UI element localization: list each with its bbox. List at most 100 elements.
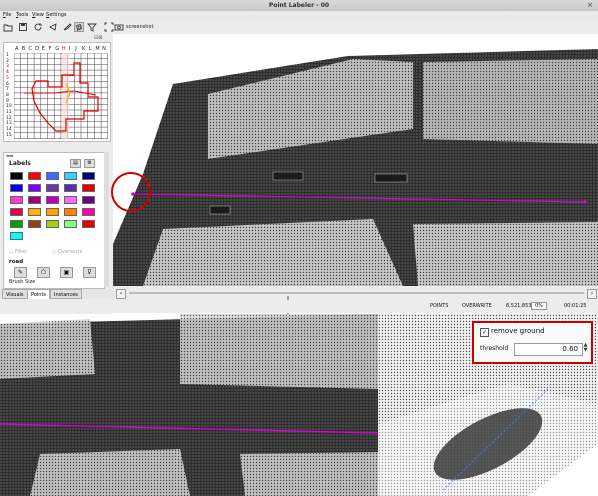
camera-icon[interactable]	[114, 22, 124, 32]
label-color-swatch[interactable]	[46, 184, 59, 192]
labels-panel: ▬▬ Labels ▤ ⚙ ○ Filter ○ Overwrite road …	[3, 152, 105, 289]
point-cloud-viewport[interactable]	[113, 34, 598, 286]
tile-column-header: G	[55, 46, 60, 52]
label-color-swatch[interactable]	[10, 184, 23, 192]
save-icon[interactable]	[18, 22, 28, 32]
brush-icon[interactable]	[62, 22, 72, 32]
menu-tools[interactable]: Tools	[16, 11, 28, 20]
label-color-swatch[interactable]	[82, 184, 95, 192]
threshold-spin-icon[interactable]: ▲ ▼	[582, 343, 589, 354]
label-color-swatch[interactable]	[10, 196, 23, 204]
label-color-swatch[interactable]	[64, 172, 77, 180]
tile-column-header: C	[28, 46, 32, 52]
label-color-swatch[interactable]	[10, 220, 23, 228]
bbox-mode-icon[interactable]: ▣	[60, 267, 73, 278]
label-color-swatch[interactable]	[10, 232, 23, 240]
label-color-swatch[interactable]	[28, 220, 41, 228]
label-color-swatch[interactable]	[10, 172, 23, 180]
menu-bar: File Tools View Settings	[0, 11, 598, 20]
tile-column-header: F	[48, 46, 52, 52]
tile-row-header: 4	[6, 70, 9, 76]
remove-ground-checkbox[interactable]: ✓	[480, 328, 489, 337]
scan-slider-track[interactable]	[129, 292, 584, 294]
threshold-label: threshold	[480, 345, 509, 352]
window-title: Point Labeler - 00	[268, 2, 330, 9]
polygon-select-icon[interactable]	[48, 22, 58, 32]
tab-points[interactable]: Points	[27, 289, 51, 299]
prev-scan-button[interactable]: ‹	[116, 289, 126, 299]
tile-row-header: 5	[6, 75, 9, 81]
label-options-icon[interactable]: ⚙	[84, 159, 95, 168]
elapsed-time: 00:01:25	[564, 303, 587, 309]
reload-icon[interactable]	[33, 22, 43, 32]
tile-column-header: A	[15, 46, 19, 52]
tile-row-header: 1	[6, 53, 9, 58]
tile-row-header: 12	[6, 115, 12, 121]
next-scan-button[interactable]: ›	[587, 289, 597, 299]
labels-scrollbar[interactable]	[104, 152, 109, 287]
remove-ground-label: remove ground	[491, 327, 545, 335]
tab-instances[interactable]: Instances	[50, 289, 82, 299]
label-color-swatch[interactable]	[28, 196, 41, 204]
label-color-swatch[interactable]	[82, 208, 95, 216]
tile-column-header: K	[82, 46, 86, 52]
tile-column-header: N	[102, 46, 106, 52]
screenshot-button[interactable]: screenshot	[126, 23, 153, 31]
label-color-swatch[interactable]	[82, 196, 95, 204]
threshold-input[interactable]: 0.60	[514, 343, 583, 356]
tile-grid[interactable]: ABCDEFGHIJKLMN 1 2 3 4 5 6 7 8 9 10 11 12 13 14 15	[3, 42, 111, 142]
menu-settings[interactable]: Settings	[46, 11, 67, 20]
label-color-swatch[interactable]	[64, 220, 77, 228]
label-list-toggle-icon[interactable]: ▤	[70, 159, 81, 168]
label-color-swatch[interactable]	[28, 172, 41, 180]
tile-column-header: B	[21, 46, 26, 52]
label-color-swatch[interactable]	[64, 184, 77, 192]
overwrite-radio-label: Overwrite	[57, 249, 83, 255]
close-icon[interactable]: ×	[587, 0, 593, 11]
tile-column-header: L	[88, 46, 92, 52]
label-color-swatch[interactable]	[28, 184, 41, 192]
filter-radio[interactable]: ○ Filter	[9, 249, 27, 255]
polygon-label-icon[interactable]	[74, 22, 84, 32]
labels-title: Labels	[9, 160, 31, 167]
tile-row-header: 13	[6, 121, 12, 127]
point-cloud-render[interactable]	[113, 34, 598, 286]
points-count: 8,521,853	[506, 303, 532, 309]
tile-column-header: D	[35, 46, 39, 52]
panel-float-icon[interactable]: ⊟⊠	[94, 35, 102, 41]
tile-column-header: I	[68, 46, 71, 52]
brush-size-label: Brush Size	[9, 279, 36, 285]
label-color-swatch[interactable]	[82, 172, 95, 180]
overwrite-radio[interactable]: ○ Overwrite	[52, 249, 83, 255]
tile-row-header: 14	[6, 127, 12, 133]
label-color-swatch[interactable]	[82, 220, 95, 228]
tab-visuals[interactable]: Visuals	[2, 289, 28, 299]
label-color-swatch[interactable]	[46, 172, 59, 180]
crop-icon[interactable]	[104, 22, 114, 32]
label-color-swatch[interactable]	[46, 196, 59, 204]
zoomed-view-left	[0, 314, 378, 496]
filter-mode-icon[interactable]: ⊽	[83, 267, 96, 278]
filter-radio-label: Filter	[14, 249, 28, 255]
label-color-swatch[interactable]	[46, 208, 59, 216]
filter-icon[interactable]	[87, 22, 97, 32]
label-color-swatch[interactable]	[28, 208, 41, 216]
overwrite-label: OVERWRITE	[462, 303, 492, 309]
tile-column-header: M	[95, 46, 100, 52]
label-color-swatch[interactable]	[64, 208, 77, 216]
label-color-swatch[interactable]	[64, 196, 77, 204]
polygon-mode-icon[interactable]: ⬠	[37, 267, 50, 278]
menu-view[interactable]: View	[32, 11, 44, 20]
tile-column-header: H	[61, 46, 66, 52]
scan-slider-bar: ‹ ›	[113, 286, 598, 300]
tile-row-header: 10	[6, 104, 12, 110]
menu-file[interactable]: File	[3, 11, 11, 20]
label-color-swatch[interactable]	[10, 208, 23, 216]
tile-grid-map[interactable]	[14, 53, 108, 139]
brush-mode-icon[interactable]: ✎	[14, 267, 27, 278]
selected-label-name: road	[9, 259, 24, 265]
open-folder-icon[interactable]	[3, 22, 13, 32]
tile-row-header: 6	[6, 81, 9, 87]
label-color-swatch[interactable]	[46, 220, 59, 228]
toolbar: screenshot	[0, 20, 598, 35]
